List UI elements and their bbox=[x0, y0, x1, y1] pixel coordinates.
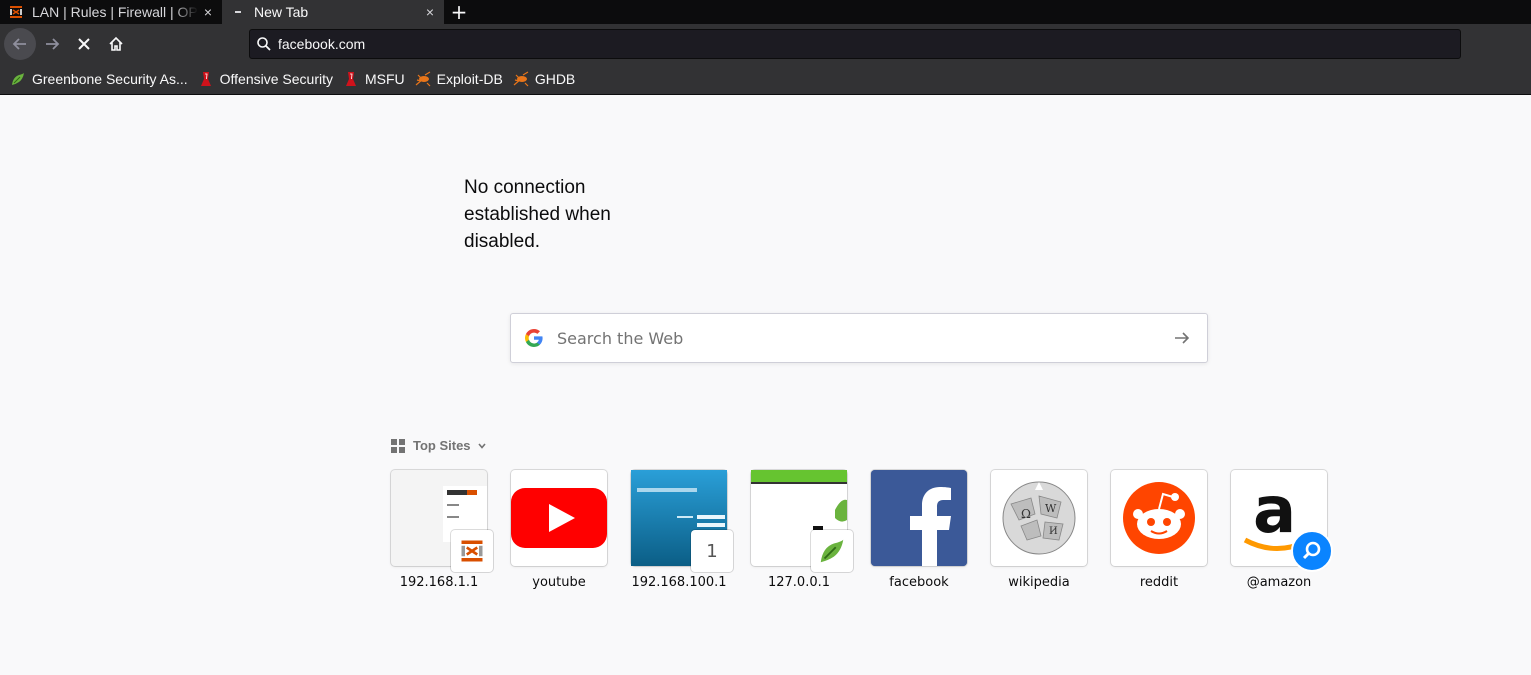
tab-new-tab[interactable]: New Tab × bbox=[222, 0, 444, 24]
url-bar[interactable]: facebook.com bbox=[249, 29, 1461, 59]
top-site-tile[interactable]: 127.0.0.1 bbox=[751, 470, 853, 590]
tab-title: New Tab bbox=[254, 4, 309, 20]
close-icon bbox=[78, 38, 90, 50]
opnsense-icon bbox=[8, 4, 24, 20]
bookmark-greenbone[interactable]: Greenbone Security As... bbox=[10, 71, 188, 87]
home-button[interactable] bbox=[100, 28, 132, 60]
bookmark-label: Greenbone Security As... bbox=[32, 71, 188, 87]
browser-window: LAN | Rules | Firewall | OPNsense × New … bbox=[0, 0, 1531, 675]
top-site-tile[interactable]: Ω WИ wikipedia bbox=[991, 470, 1087, 590]
bookmark-label: MSFU bbox=[365, 71, 405, 87]
forward-button[interactable] bbox=[36, 28, 68, 60]
top-site-tile[interactable]: 192.168.1.1 bbox=[391, 470, 493, 590]
arrow-right-icon bbox=[46, 38, 60, 50]
grid-icon bbox=[391, 438, 405, 453]
offsec-icon bbox=[198, 71, 214, 87]
bookmark-label: Offensive Security bbox=[219, 71, 333, 87]
search-placeholder: Search the Web bbox=[557, 328, 684, 348]
reddit-icon bbox=[1111, 470, 1207, 566]
top-site-label: facebook bbox=[889, 575, 949, 590]
arrow-left-icon bbox=[12, 38, 26, 50]
annotation-text: No connection established when disabled. bbox=[464, 177, 611, 252]
dash-icon bbox=[230, 4, 246, 20]
opnsense-screenshot bbox=[391, 470, 493, 572]
greenbone-icon bbox=[811, 530, 853, 572]
tab-strip: LAN | Rules | Firewall | OPNsense × New … bbox=[0, 0, 1531, 24]
tab-title: LAN | Rules | Firewall | OPNsense bbox=[32, 4, 198, 20]
url-text: facebook.com bbox=[278, 36, 366, 52]
stop-button[interactable] bbox=[68, 28, 100, 60]
bookmark-offensive-security[interactable]: Offensive Security bbox=[198, 71, 333, 87]
bookmarks-toolbar: Greenbone Security As... Offensive Secur… bbox=[0, 64, 1531, 95]
close-tab-icon[interactable]: × bbox=[420, 2, 440, 22]
facebook-icon bbox=[871, 470, 967, 566]
new-tab-button[interactable]: + bbox=[444, 0, 474, 24]
msfu-icon bbox=[343, 71, 359, 87]
top-site-tile[interactable]: reddit bbox=[1111, 470, 1207, 590]
svg-text:Ω: Ω bbox=[1021, 507, 1031, 521]
top-site-label: wikipedia bbox=[1008, 575, 1070, 590]
amazon-icon: a bbox=[1231, 470, 1333, 572]
wikipedia-icon: Ω WИ bbox=[991, 470, 1087, 566]
svg-text:W: W bbox=[1045, 502, 1057, 515]
top-site-tile[interactable]: 1 192.168.100.1 bbox=[631, 470, 733, 590]
top-site-label: youtube bbox=[532, 575, 586, 590]
bookmark-msfu[interactable]: MSFU bbox=[343, 71, 405, 87]
huawei-screenshot: 1 bbox=[631, 470, 733, 572]
search-icon bbox=[1291, 530, 1333, 572]
nav-bar: facebook.com bbox=[0, 24, 1531, 64]
bookmark-ghdb[interactable]: GHDB bbox=[513, 71, 575, 87]
exploitdb-icon bbox=[415, 71, 431, 87]
top-site-label: 127.0.0.1 bbox=[767, 575, 831, 590]
svg-text:a: a bbox=[1253, 474, 1296, 548]
home-icon bbox=[109, 36, 123, 51]
google-icon bbox=[511, 329, 557, 347]
new-tab-page: No connection established when disabled.… bbox=[0, 96, 1531, 675]
top-site-tile[interactable]: a @amazon bbox=[1231, 470, 1333, 590]
top-sites-grid: 192.168.1.1 youtube 1 192.168.100.1 127.… bbox=[391, 470, 1351, 590]
tile-badge: 1 bbox=[691, 530, 733, 572]
top-sites-header[interactable]: Top Sites bbox=[391, 438, 487, 453]
top-site-label: 192.168.100.1 bbox=[631, 575, 727, 590]
bookmark-label: Exploit-DB bbox=[436, 71, 503, 87]
greenbone-screenshot bbox=[751, 470, 853, 572]
arrow-right-icon[interactable] bbox=[1157, 329, 1207, 347]
top-sites-title: Top Sites bbox=[413, 438, 471, 453]
top-site-tile[interactable]: youtube bbox=[511, 470, 607, 590]
web-search-box[interactable]: Search the Web bbox=[510, 313, 1208, 363]
youtube-icon bbox=[511, 470, 607, 566]
top-site-label: 192.168.1.1 bbox=[399, 575, 479, 590]
search-icon bbox=[250, 36, 278, 52]
back-button[interactable] bbox=[4, 28, 36, 60]
opnsense-icon bbox=[451, 530, 493, 572]
svg-text:И: И bbox=[1049, 526, 1058, 537]
ghdb-icon bbox=[513, 71, 529, 87]
chevron-down-icon bbox=[477, 442, 486, 449]
top-site-label: @amazon bbox=[1246, 575, 1312, 590]
tab-opnsense[interactable]: LAN | Rules | Firewall | OPNsense × bbox=[0, 0, 222, 24]
greenbone-icon bbox=[10, 71, 26, 87]
top-site-label: reddit bbox=[1139, 575, 1179, 590]
top-site-tile[interactable]: facebook bbox=[871, 470, 967, 590]
bookmark-label: GHDB bbox=[534, 71, 576, 87]
bookmark-exploit-db[interactable]: Exploit-DB bbox=[415, 71, 503, 87]
close-tab-icon[interactable]: × bbox=[198, 2, 218, 22]
